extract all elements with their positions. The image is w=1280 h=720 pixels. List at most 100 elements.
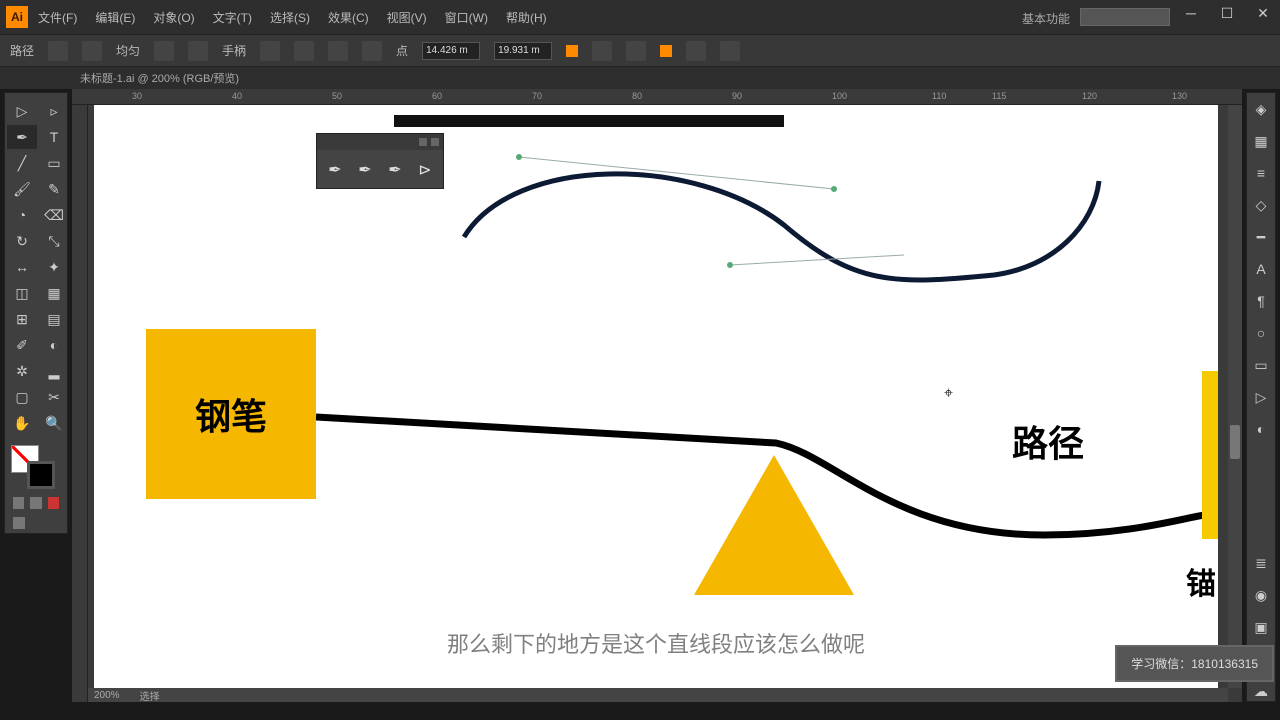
- scrollbar-thumb[interactable]: [1230, 425, 1240, 459]
- artboard[interactable]: ✒ ✒ ✒ ⊳ 钢笔 路径 锚 ⌖ 那么剩下的地方是这个直线段应该怎么做呢: [94, 105, 1218, 695]
- menu-type[interactable]: 文字(T): [213, 9, 252, 26]
- stroke-mode[interactable]: 均匀: [116, 42, 140, 59]
- graphic-styles-panel-icon[interactable]: ▣: [1251, 617, 1271, 637]
- blend-tool[interactable]: ◐: [39, 333, 69, 357]
- rectangle-tool[interactable]: ▭: [39, 151, 69, 175]
- stroke-color[interactable]: [27, 461, 55, 489]
- document-tab[interactable]: 未标题-1.ai @ 200% (RGB/预览): [80, 70, 239, 86]
- transparency-panel-icon[interactable]: ◐: [1251, 419, 1271, 439]
- mode-gradient[interactable]: [30, 497, 41, 509]
- menu-effect[interactable]: 效果(C): [328, 9, 369, 26]
- pencil-tool[interactable]: ✎: [39, 177, 69, 201]
- blob-brush-tool[interactable]: ◔: [7, 203, 37, 227]
- fill-swatch[interactable]: [48, 41, 68, 61]
- align-icon[interactable]: [592, 41, 612, 61]
- mesh-tool[interactable]: ⊞: [7, 307, 37, 331]
- status-bar: 200% 选择: [88, 688, 1228, 702]
- stroke-panel-icon[interactable]: ━: [1251, 227, 1271, 247]
- tick: 60: [432, 91, 442, 101]
- horizontal-ruler: 30 40 50 60 70 80 90 100 110 115 120 130: [72, 89, 1242, 105]
- curve-icon[interactable]: [294, 41, 314, 61]
- paintbrush-tool[interactable]: 🖌: [7, 177, 37, 201]
- menu-help[interactable]: 帮助(H): [506, 9, 547, 26]
- eraser-tool[interactable]: ⌫: [39, 203, 69, 227]
- scale-tool[interactable]: ⤡: [39, 229, 69, 253]
- menu-file[interactable]: 文件(F): [38, 9, 77, 26]
- y-field[interactable]: [494, 42, 552, 60]
- libraries-panel-icon[interactable]: ☁: [1251, 681, 1271, 701]
- swatches-panel-icon[interactable]: ▦: [1251, 131, 1271, 151]
- type-panel-icon[interactable]: A: [1251, 259, 1271, 279]
- rotate-tool[interactable]: ↻: [7, 229, 37, 253]
- stroke-swatch[interactable]: [82, 41, 102, 61]
- artboard-tool[interactable]: ▢: [7, 385, 37, 409]
- add-anchor-icon[interactable]: ✒: [355, 160, 375, 180]
- brush-icon[interactable]: [154, 41, 174, 61]
- opacity-icon[interactable]: [188, 41, 208, 61]
- menu-edit[interactable]: 编辑(E): [95, 9, 135, 26]
- convert-icon[interactable]: [362, 41, 382, 61]
- brushes-panel-icon[interactable]: ≡: [1251, 163, 1271, 183]
- graph-tool[interactable]: ▂: [39, 359, 69, 383]
- color-swatches[interactable]: [5, 443, 67, 493]
- search-input[interactable]: [1080, 8, 1170, 26]
- symbol-sprayer-tool[interactable]: ✲: [7, 359, 37, 383]
- status-info: 选择: [140, 688, 160, 703]
- tick: 50: [332, 91, 342, 101]
- canvas[interactable]: ✒ ✒ ✒ ⊳ 钢笔 路径 锚 ⌖ 那么剩下的地方是这个直线段应该怎么做呢: [88, 105, 1242, 702]
- pen-tool[interactable]: ✒: [7, 125, 37, 149]
- line-tool[interactable]: ╱: [7, 151, 37, 175]
- pen-icon[interactable]: [260, 41, 280, 61]
- vertical-scrollbar[interactable]: [1228, 105, 1242, 688]
- zoom-tool[interactable]: 🔍: [39, 411, 69, 435]
- shape-builder-tool[interactable]: ◫: [7, 281, 37, 305]
- warn-chip-2: [660, 45, 672, 57]
- color-panel-icon[interactable]: ◈: [1251, 99, 1271, 119]
- width-tool[interactable]: ↔: [7, 255, 37, 279]
- menu-select[interactable]: 选择(S): [270, 9, 310, 26]
- art-black-bar: [394, 115, 784, 127]
- misc-icon-1[interactable]: [686, 41, 706, 61]
- paragraph-panel-icon[interactable]: ¶: [1251, 291, 1271, 311]
- direct-selection-tool[interactable]: ▹: [39, 99, 69, 123]
- perspective-tool[interactable]: ▦: [39, 281, 69, 305]
- pen-label: 钢笔: [195, 388, 267, 440]
- workspace-preset[interactable]: 基本功能: [1022, 10, 1070, 27]
- menu-view[interactable]: 视图(V): [387, 9, 427, 26]
- transform-icon[interactable]: [626, 41, 646, 61]
- control-bar: 路径 均匀 手柄 点: [0, 34, 1280, 67]
- misc-icon-2[interactable]: [720, 41, 740, 61]
- appearance-panel-icon[interactable]: ◉: [1251, 585, 1271, 605]
- hand-tool[interactable]: ✋: [7, 411, 37, 435]
- type-tool[interactable]: T: [39, 125, 69, 149]
- tick: 80: [632, 91, 642, 101]
- free-transform-tool[interactable]: ✦: [39, 255, 69, 279]
- selection-tool[interactable]: ▷: [7, 99, 37, 123]
- symbols-panel-icon[interactable]: ◇: [1251, 195, 1271, 215]
- minimize-button[interactable]: ─: [1180, 4, 1202, 22]
- align-panel-icon[interactable]: ▭: [1251, 355, 1271, 375]
- menu-object[interactable]: 对象(O): [153, 9, 194, 26]
- pathfinder-panel-icon[interactable]: ▷: [1251, 387, 1271, 407]
- maximize-button[interactable]: ☐: [1216, 4, 1238, 22]
- pen-variant-icon[interactable]: ✒: [325, 160, 345, 180]
- floating-pen-panel[interactable]: ✒ ✒ ✒ ⊳: [316, 133, 444, 189]
- gradient-tool[interactable]: ▤: [39, 307, 69, 331]
- mode-none[interactable]: [48, 497, 59, 509]
- panel-dot-icon: [419, 138, 427, 146]
- slice-tool[interactable]: ✂: [39, 385, 69, 409]
- color-mode-row: [5, 493, 67, 513]
- layers-panel-icon[interactable]: ≣: [1251, 553, 1271, 573]
- mode-normal[interactable]: [13, 497, 24, 509]
- convert-anchor-icon[interactable]: ⊳: [415, 160, 435, 180]
- transform-panel-icon[interactable]: ○: [1251, 323, 1271, 343]
- menu-window[interactable]: 窗口(W): [445, 9, 488, 26]
- panel-close-icon[interactable]: [431, 138, 439, 146]
- close-button[interactable]: ✕: [1252, 4, 1274, 22]
- anchor-icon[interactable]: [328, 41, 348, 61]
- x-field[interactable]: [422, 42, 480, 60]
- zoom-level[interactable]: 200%: [94, 690, 120, 701]
- delete-anchor-icon[interactable]: ✒: [385, 160, 405, 180]
- eyedropper-tool[interactable]: ✐: [7, 333, 37, 357]
- screen-mode[interactable]: [13, 517, 25, 529]
